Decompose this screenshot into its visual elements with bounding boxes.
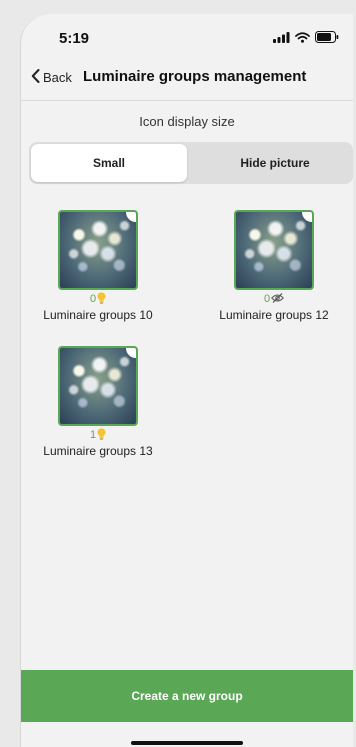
group-count: 0 — [263, 293, 271, 305]
battery-icon — [315, 30, 339, 48]
lightbulb-icon — [97, 428, 106, 443]
display-size-segmented-control: Small Hide picture — [29, 142, 353, 184]
page-title: Luminaire groups management — [83, 68, 307, 85]
group-name: Luminaire groups 13 — [43, 444, 153, 458]
segment-hide-picture[interactable]: Hide picture — [197, 144, 353, 182]
group-count: 0 — [89, 293, 97, 305]
signal-icon — [273, 30, 290, 48]
group-item[interactable]: 0 Luminaire groups 12 — [199, 210, 349, 322]
eye-off-icon — [271, 292, 284, 306]
nav-bar: Back Luminaire groups management — [21, 60, 353, 101]
group-status: 0 — [23, 292, 173, 306]
group-name: Luminaire groups 12 — [219, 308, 329, 322]
status-icons — [273, 30, 339, 48]
group-item[interactable]: 0 Luminaire groups 10 — [23, 210, 173, 322]
group-status: 0 — [199, 292, 349, 306]
group-status: 1 — [23, 428, 173, 442]
group-name: Luminaire groups 10 — [43, 308, 153, 322]
group-thumbnail — [58, 346, 138, 426]
group-item[interactable]: 1 Luminaire groups 13 — [23, 346, 173, 458]
status-bar: 5:19 — [21, 14, 353, 60]
create-group-button[interactable]: Create a new group — [21, 670, 353, 722]
home-indicator — [131, 741, 243, 745]
back-label: Back — [43, 70, 72, 85]
wifi-icon — [295, 30, 310, 48]
group-thumbnail — [58, 210, 138, 290]
back-button[interactable]: Back — [31, 69, 72, 86]
phone-screen: 5:19 Back Luminaire groups management Ic… — [20, 14, 353, 747]
display-size-label: Icon display size — [139, 114, 235, 129]
lightbulb-icon — [97, 292, 106, 307]
group-count: 1 — [89, 429, 97, 441]
segment-small[interactable]: Small — [31, 144, 187, 182]
status-time: 5:19 — [59, 30, 90, 47]
group-thumbnail — [234, 210, 314, 290]
chevron-left-icon — [31, 69, 40, 86]
